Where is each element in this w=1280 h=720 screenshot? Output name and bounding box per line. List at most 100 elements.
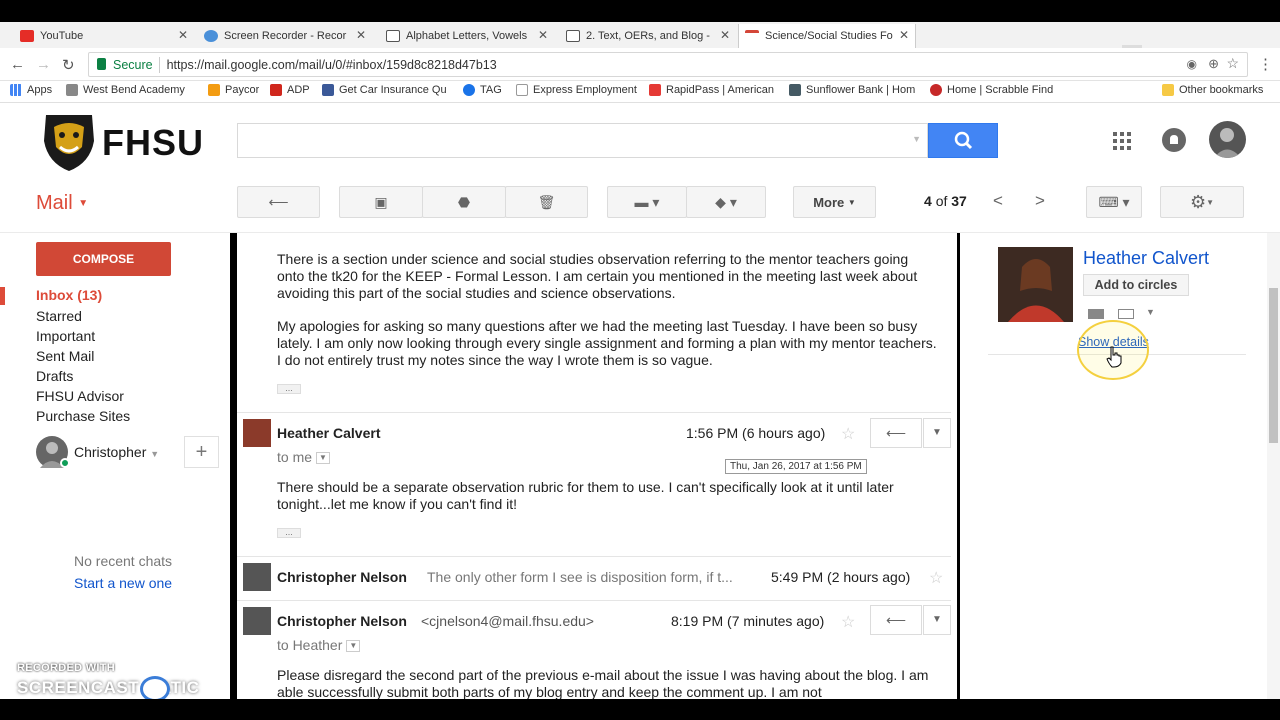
sidebar-item-drafts[interactable]: Drafts — [36, 368, 73, 384]
message-more-button[interactable]: ▼ — [923, 418, 951, 448]
sidebar-item-important[interactable]: Important — [36, 328, 95, 344]
bookmark-rapidpass[interactable]: RapidPass | American — [649, 84, 775, 96]
sidebar-item-starred[interactable]: Starred — [36, 308, 82, 324]
reply-icon: ⟵ — [885, 612, 907, 628]
mail-switcher[interactable]: Mail ▼ — [36, 192, 88, 215]
input-tools-button[interactable]: ⌨ ▾ — [1086, 186, 1142, 218]
lock-icon — [97, 58, 106, 70]
back-to-inbox-button[interactable]: ⟵ — [237, 186, 320, 218]
tab-screen-recorder[interactable]: Screen Recorder - Recor ✕ — [198, 24, 372, 48]
bookmark-label: Home | Scrabble Find — [947, 84, 1054, 96]
extension-icon[interactable]: ◉ — [1187, 57, 1197, 71]
reload-icon[interactable]: ↻ — [62, 56, 75, 74]
delete-button[interactable]: 🗑 — [505, 186, 588, 218]
tab-text-oers[interactable]: 2. Text, OERs, and Blog - ✕ — [560, 24, 736, 48]
bookmark-other[interactable]: Other bookmarks — [1162, 84, 1263, 96]
google-apps-icon[interactable] — [1113, 132, 1131, 150]
bookmark-west-bend[interactable]: West Bend Academy — [66, 84, 196, 96]
contact-name[interactable]: Heather Calvert — [1083, 248, 1209, 269]
bookmark-icon — [789, 84, 801, 96]
bookmark-apps[interactable]: Apps — [10, 84, 52, 96]
close-tab-icon[interactable]: ✕ — [538, 28, 548, 42]
blackboard-icon — [566, 30, 580, 42]
conversation-view: There is a section under science and soc… — [237, 233, 957, 699]
show-details-dropdown-icon[interactable]: ▼ — [316, 452, 331, 465]
bookmark-star-icon[interactable]: ☆ — [1226, 55, 1239, 72]
bookmark-sunflower[interactable]: Sunflower Bank | Hom — [789, 84, 917, 96]
sender-name[interactable]: Christopher Nelson — [277, 569, 407, 585]
scrollbar-thumb[interactable] — [1269, 288, 1278, 443]
archive-button[interactable]: ▣ — [339, 186, 423, 218]
more-label: More — [813, 194, 845, 210]
show-details-dropdown-icon[interactable]: ▼ — [346, 640, 361, 653]
pager-current: 4 — [924, 193, 932, 209]
show-trimmed-content-button[interactable]: ... — [277, 528, 301, 538]
close-tab-icon[interactable]: ✕ — [720, 28, 730, 42]
report-spam-button[interactable]: ⬣ — [422, 186, 506, 218]
account-avatar[interactable] — [1209, 121, 1246, 158]
chrome-menu-icon[interactable]: ⋮ — [1258, 55, 1273, 73]
hangouts-username: Christopher ▼ — [74, 444, 159, 460]
sidebar-item-sent[interactable]: Sent Mail — [36, 348, 94, 364]
new-hangout-button[interactable]: + — [184, 436, 219, 468]
address-bar[interactable]: Secure https://mail.google.com/mail/u/0/… — [88, 52, 1248, 77]
zoom-icon[interactable]: ⊕ — [1208, 56, 1219, 72]
pager-total: 37 — [951, 193, 967, 209]
tab-title: Screen Recorder - Recor — [224, 30, 347, 42]
tab-alphabet[interactable]: Alphabet Letters, Vowels ✕ — [380, 24, 554, 48]
bookmark-paycor[interactable]: Paycor — [208, 84, 259, 96]
chevron-down-icon: ▼ — [847, 197, 856, 207]
more-button[interactable]: More ▼ — [793, 186, 876, 218]
star-icon[interactable]: ☆ — [929, 568, 943, 588]
star-icon[interactable]: ☆ — [841, 424, 855, 444]
scrollbar[interactable] — [1267, 233, 1280, 699]
bookmark-scrabble[interactable]: Home | Scrabble Find — [930, 84, 1058, 96]
message-time: 8:19 PM (7 minutes ago) — [671, 613, 825, 629]
star-icon[interactable]: ☆ — [841, 612, 855, 632]
sender-name[interactable]: Heather Calvert — [277, 425, 381, 441]
bookmark-adp[interactable]: ADP — [270, 84, 310, 96]
chevron-down-icon[interactable]: ▼ — [1146, 307, 1155, 317]
newer-chevron-icon[interactable]: < — [993, 191, 1003, 211]
bookmark-car-insurance[interactable]: Get Car Insurance Qu — [322, 84, 450, 96]
sidebar-item-inbox[interactable]: Inbox (13) — [36, 287, 102, 303]
email-icon[interactable] — [1118, 309, 1134, 319]
video-call-icon[interactable] — [1088, 309, 1104, 319]
search-options-icon[interactable]: ▼ — [912, 134, 921, 144]
compose-button[interactable]: COMPOSE — [36, 242, 171, 276]
settings-button[interactable]: ⚙ ▼ — [1160, 186, 1244, 218]
search-input[interactable]: ▼ — [237, 123, 928, 158]
tiger-logo-icon — [44, 115, 94, 171]
sender-name[interactable]: Christopher Nelson — [277, 613, 407, 629]
close-tab-icon[interactable]: ✕ — [356, 28, 366, 42]
reply-button[interactable]: ⟵ — [870, 418, 922, 448]
back-icon[interactable]: ← — [10, 56, 25, 73]
hangouts-user[interactable]: Christopher ▼ + — [36, 434, 219, 470]
bookmark-express[interactable]: Express Employment — [516, 84, 637, 96]
tab-youtube[interactable]: YouTube ✕ — [14, 24, 194, 48]
url-text: https://mail.google.com/mail/u/0/#inbox/… — [166, 57, 497, 72]
message-more-button[interactable]: ▼ — [923, 605, 951, 635]
labels-button[interactable]: ◆ ▾ — [686, 186, 766, 218]
bookmark-tag[interactable]: TAG — [463, 84, 502, 96]
sidebar-item-fhsu-advisor[interactable]: FHSU Advisor — [36, 388, 124, 404]
sidebar-item-purchase-sites[interactable]: Purchase Sites — [36, 408, 130, 424]
message-snippet[interactable]: The only other form I see is disposition… — [427, 569, 757, 585]
close-tab-icon[interactable]: ✕ — [178, 28, 188, 42]
search-icon — [954, 131, 973, 150]
letterbox-bottom — [0, 699, 1280, 720]
close-tab-icon[interactable]: ✕ — [899, 28, 909, 42]
show-trimmed-content-button[interactable]: ... — [277, 384, 301, 394]
search-button[interactable] — [928, 123, 998, 158]
add-to-circles-button[interactable]: Add to circles — [1083, 274, 1189, 296]
start-new-chat-link[interactable]: Start a new one — [74, 575, 172, 591]
move-to-button[interactable]: ▬ ▾ — [607, 186, 687, 218]
notifications-icon[interactable] — [1162, 128, 1186, 152]
reply-button[interactable]: ⟵ — [870, 605, 922, 635]
tab-gmail[interactable]: Science/Social Studies Fo ✕ — [738, 24, 916, 48]
bookmark-label: TAG — [480, 84, 502, 96]
older-chevron-icon[interactable]: > — [1035, 191, 1045, 211]
tab-title: Science/Social Studies Fo — [765, 30, 893, 42]
forward-icon[interactable]: → — [36, 56, 51, 73]
bookmark-label: Express Employment — [533, 84, 637, 96]
